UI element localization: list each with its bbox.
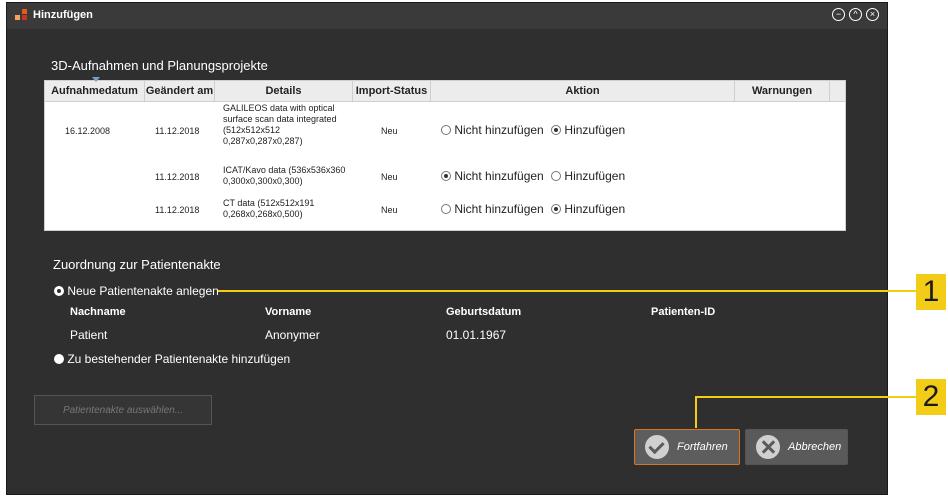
col-lastname: Nachname: [70, 306, 126, 318]
checkmark-icon: [645, 435, 669, 459]
select-record-button[interactable]: Patientenakte auswählen...: [34, 395, 212, 425]
table-header: Aufnahmedatum Geändert am Details Import…: [45, 77, 845, 102]
callout-line-2: [695, 396, 916, 398]
radio-selected-icon: [54, 286, 64, 296]
patient-birthdate: 01.01.1967: [446, 328, 507, 342]
column-header-action[interactable]: Aktion: [431, 81, 735, 101]
callout-1: 1: [916, 274, 946, 310]
col-patient-id: Patienten-ID: [651, 306, 716, 318]
cancel-icon: [756, 435, 780, 459]
new-record-radio[interactable]: Neue Patientenakte anlegen: [54, 284, 219, 298]
option-add[interactable]: Hinzufügen: [551, 123, 625, 137]
radio-icon: [551, 171, 562, 181]
sort-arrow-icon: [92, 77, 100, 82]
changed-date: 11.12.2018: [155, 126, 200, 136]
changed-date: 11.12.2018: [155, 205, 200, 215]
app-logo-icon: [15, 9, 27, 21]
import-status: Neu: [381, 172, 398, 182]
column-header-details[interactable]: Details: [215, 81, 353, 101]
column-header-changed[interactable]: Geändert am: [145, 81, 215, 101]
recordings-table: Aufnahmedatum Geändert am Details Import…: [44, 77, 846, 231]
details-text: GALILEOS data with optical surface scan …: [223, 103, 337, 146]
minimize-icon[interactable]: −: [832, 8, 845, 21]
callout-2: 2: [916, 379, 946, 415]
callout-line-1: [218, 290, 916, 292]
table-row[interactable]: 11.12.2018 ICAT/Kavo data (536x536x360 0…: [45, 163, 845, 193]
details-text: ICAT/Kavo data (536x536x360 0,300x0,300x…: [223, 165, 346, 186]
changed-date: 11.12.2018: [155, 172, 200, 182]
patient-firstname: Anonymer: [265, 328, 320, 342]
option-not-add[interactable]: Nicht hinzufügen: [441, 169, 544, 183]
radio-selected-icon: [551, 204, 562, 214]
radio-selected-icon: [551, 125, 562, 135]
close-icon[interactable]: ×: [866, 8, 879, 21]
table-row[interactable]: 16.12.2008 11.12.2018 GALILEOS data with…: [45, 101, 845, 157]
col-firstname: Vorname: [265, 306, 312, 318]
cancel-button[interactable]: Abbrechen: [745, 429, 848, 465]
radio-icon: [54, 354, 64, 364]
callout-line-2-vertical: [695, 396, 697, 428]
column-header-warnings[interactable]: Warnungen: [735, 81, 830, 101]
import-status: Neu: [381, 205, 398, 215]
recorded-date: 16.12.2008: [65, 126, 111, 136]
continue-button[interactable]: Fortfahren: [634, 429, 740, 465]
option-add[interactable]: Hinzufügen: [551, 202, 625, 216]
maximize-icon[interactable]: ^: [849, 8, 862, 21]
column-header-recorded[interactable]: Aufnahmedatum: [45, 77, 145, 101]
details-text: CT data (512x512x191 0,268x0,268x0,500): [223, 198, 315, 219]
option-add[interactable]: Hinzufügen: [551, 169, 625, 183]
radio-icon: [441, 125, 451, 135]
radio-icon: [441, 204, 451, 214]
patient-lastname: Patient: [70, 328, 108, 342]
column-header-status[interactable]: Import-Status: [353, 81, 431, 101]
option-not-add[interactable]: Nicht hinzufügen: [441, 123, 544, 137]
option-not-add[interactable]: Nicht hinzufügen: [441, 202, 544, 216]
radio-selected-icon: [441, 171, 451, 181]
title-bar: Hinzufügen − ^ ×: [7, 3, 887, 29]
assignment-section-title: Zuordnung zur Patientenakte: [53, 257, 221, 272]
recordings-section-title: 3D-Aufnahmen und Planungsprojekte: [51, 58, 268, 73]
col-birthdate: Geburtsdatum: [446, 306, 522, 318]
window-title: Hinzufügen: [33, 9, 93, 21]
existing-record-radio[interactable]: Zu bestehender Patientenakte hinzufügen: [54, 352, 290, 366]
table-row[interactable]: 11.12.2018 CT data (512x512x191 0,268x0,…: [45, 195, 845, 225]
import-status: Neu: [381, 126, 398, 136]
